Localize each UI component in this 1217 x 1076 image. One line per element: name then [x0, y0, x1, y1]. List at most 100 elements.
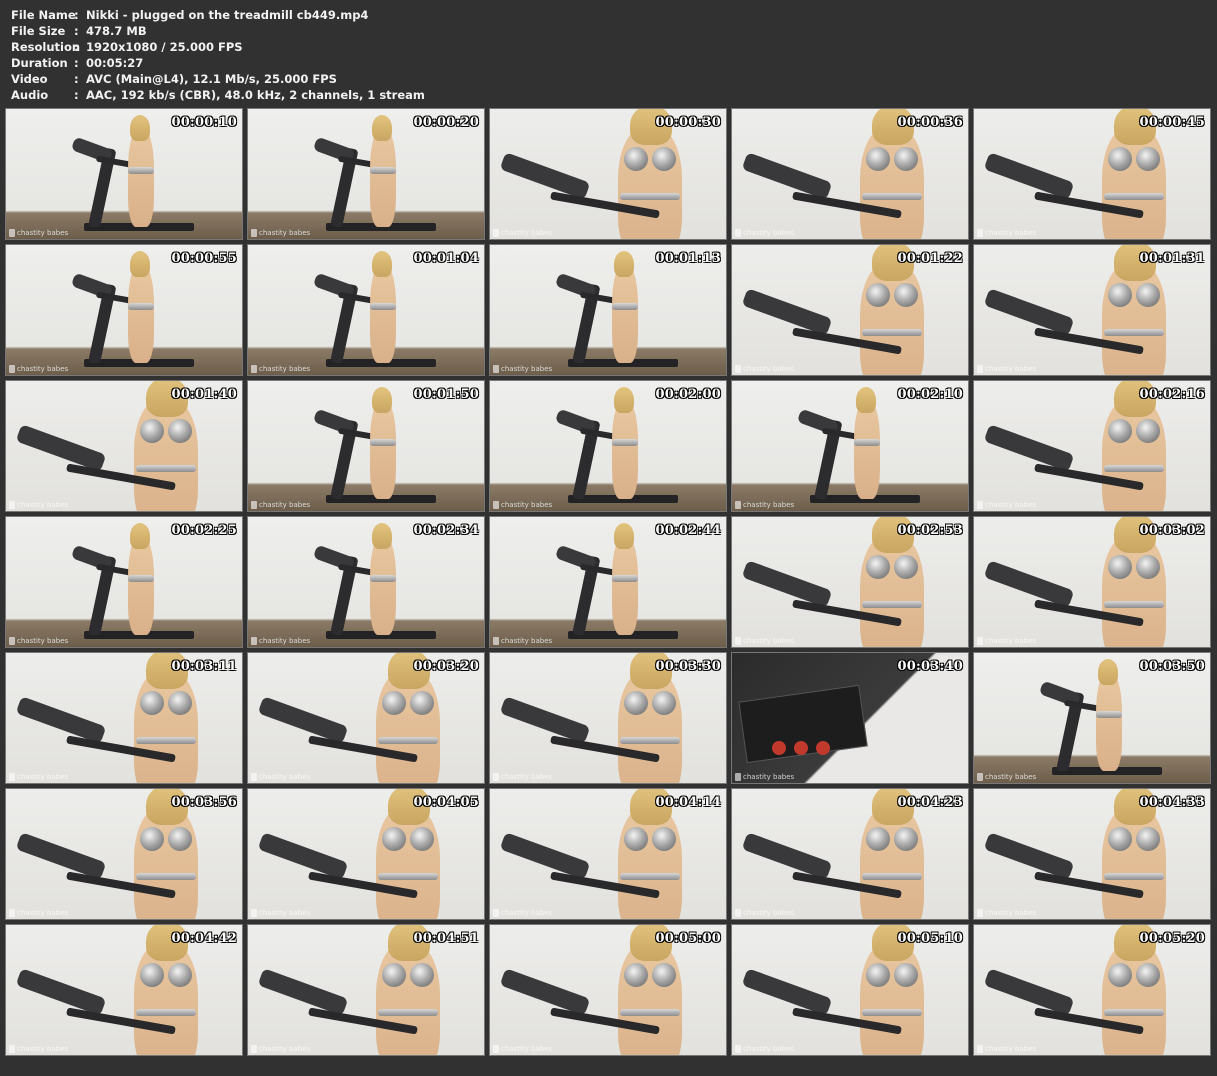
steel-bra-cup — [382, 827, 406, 851]
video-thumbnail[interactable]: 00:03:11 chastity babes — [5, 652, 243, 784]
video-thumbnail[interactable]: 00:02:44 chastity babes — [489, 516, 727, 648]
chastity-belt — [136, 1009, 196, 1016]
steel-bra-cup — [410, 691, 434, 715]
timestamp-label: 00:02:34 — [413, 523, 479, 538]
video-thumbnail[interactable]: 00:04:14 chastity babes — [489, 788, 727, 920]
treadmill-console — [257, 696, 349, 744]
watermark-logo-icon — [735, 773, 741, 781]
watermark-text: chastity babes — [259, 1045, 311, 1053]
watermark: chastity babes — [493, 501, 552, 509]
video-thumbnail[interactable]: 00:00:55 chastity babes — [5, 244, 243, 376]
video-thumbnail[interactable]: 00:02:00 chastity babes — [489, 380, 727, 512]
steel-bra-cup — [168, 691, 192, 715]
steel-bra-cup — [866, 827, 890, 851]
video-thumbnail[interactable]: 00:01:13 chastity babes — [489, 244, 727, 376]
chastity-belt — [620, 737, 680, 744]
watermark-logo-icon — [735, 229, 741, 237]
watermark-text: chastity babes — [743, 229, 795, 237]
watermark-text: chastity babes — [985, 501, 1037, 509]
video-thumbnail[interactable]: 00:02:53 chastity babes — [731, 516, 969, 648]
watermark-text: chastity babes — [17, 909, 69, 917]
video-thumbnail[interactable]: 00:00:36 chastity babes — [731, 108, 969, 240]
steel-bra-cup — [624, 963, 648, 987]
chastity-belt — [1104, 465, 1164, 472]
watermark-text: chastity babes — [259, 773, 311, 781]
video-thumbnail[interactable]: 00:01:50 chastity babes — [247, 380, 485, 512]
chastity-belt — [378, 873, 438, 880]
video-thumbnail[interactable]: 00:02:16 chastity babes — [973, 380, 1211, 512]
steel-bra-cup — [1108, 555, 1132, 579]
video-thumbnail[interactable]: 00:04:33 chastity babes — [973, 788, 1211, 920]
video-thumbnail[interactable]: 00:05:10 chastity babes — [731, 924, 969, 1056]
treadmill-console — [499, 152, 591, 200]
steel-bra-cup — [894, 963, 918, 987]
video-thumbnail[interactable]: 00:03:40 chastity babes — [731, 652, 969, 784]
video-thumbnail[interactable]: 00:01:04 chastity babes — [247, 244, 485, 376]
video-thumbnail[interactable]: 00:03:56 chastity babes — [5, 788, 243, 920]
info-label: Duration — [11, 56, 68, 70]
steel-bra-cup — [624, 691, 648, 715]
watermark-text: chastity babes — [743, 1045, 795, 1053]
video-thumbnail[interactable]: 00:00:30 chastity babes — [489, 108, 727, 240]
video-thumbnail[interactable]: 00:02:25 chastity babes — [5, 516, 243, 648]
watermark-text: chastity babes — [743, 909, 795, 917]
video-thumbnail[interactable]: 00:00:20 chastity babes — [247, 108, 485, 240]
watermark: chastity babes — [977, 773, 1036, 781]
watermark-text: chastity babes — [985, 1045, 1037, 1053]
steel-bra-cup — [382, 691, 406, 715]
video-thumbnail[interactable]: 00:04:42 chastity babes — [5, 924, 243, 1056]
info-label: File Name — [11, 8, 76, 22]
video-thumbnail[interactable]: 00:03:02 chastity babes — [973, 516, 1211, 648]
watermark-logo-icon — [251, 229, 257, 237]
watermark-text: chastity babes — [259, 909, 311, 917]
watermark-logo-icon — [9, 637, 15, 645]
video-thumbnail[interactable]: 00:04:05 chastity babes — [247, 788, 485, 920]
video-thumbnail[interactable]: 00:04:23 chastity babes — [731, 788, 969, 920]
video-thumbnail[interactable]: 00:05:00 chastity babes — [489, 924, 727, 1056]
watermark: chastity babes — [9, 229, 68, 237]
timestamp-label: 00:00:45 — [1139, 115, 1205, 130]
steel-bra-cup — [1136, 283, 1160, 307]
watermark-logo-icon — [251, 637, 257, 645]
treadmill-console — [983, 152, 1075, 200]
steel-bra-cup — [168, 963, 192, 987]
video-thumbnail[interactable]: 00:03:20 chastity babes — [247, 652, 485, 784]
person-figure — [370, 129, 396, 227]
watermark-text: chastity babes — [17, 637, 69, 645]
steel-bra-cup — [1136, 963, 1160, 987]
video-thumbnail[interactable]: 00:01:40 chastity babes — [5, 380, 243, 512]
video-thumbnail[interactable]: 00:04:51 chastity babes — [247, 924, 485, 1056]
video-thumbnail[interactable]: 00:01:31 chastity babes — [973, 244, 1211, 376]
watermark-text: chastity babes — [743, 773, 795, 781]
info-separator: : — [74, 24, 79, 38]
treadmill-console — [741, 832, 833, 880]
video-thumbnail[interactable]: 00:01:22 chastity babes — [731, 244, 969, 376]
watermark-text: chastity babes — [501, 909, 553, 917]
video-thumbnail[interactable]: 00:02:10 chastity babes — [731, 380, 969, 512]
video-thumbnail[interactable]: 00:00:10 chastity babes — [5, 108, 243, 240]
video-thumbnail[interactable]: 00:05:20 chastity babes — [973, 924, 1211, 1056]
chastity-belt — [862, 873, 922, 880]
timestamp-label: 00:00:30 — [655, 115, 721, 130]
video-thumbnail[interactable]: 00:03:50 chastity babes — [973, 652, 1211, 784]
timestamp-label: 00:02:16 — [1139, 387, 1205, 402]
timestamp-label: 00:04:05 — [413, 795, 479, 810]
steel-bra-cup — [410, 827, 434, 851]
treadmill-console — [983, 424, 1075, 472]
watermark-logo-icon — [251, 773, 257, 781]
video-thumbnail[interactable]: 00:02:34 chastity babes — [247, 516, 485, 648]
treadmill-console — [983, 832, 1075, 880]
chastity-belt — [128, 167, 154, 174]
watermark-text: chastity babes — [501, 365, 553, 373]
chastity-belt — [128, 575, 154, 582]
video-thumbnail[interactable]: 00:00:45 chastity babes — [973, 108, 1211, 240]
treadmill-console — [499, 968, 591, 1016]
steel-bra-cup — [866, 963, 890, 987]
person-hair — [130, 115, 150, 141]
chastity-belt — [862, 193, 922, 200]
watermark-text: chastity babes — [985, 909, 1037, 917]
chastity-belt — [1104, 329, 1164, 336]
info-value: 478.7 MB — [86, 24, 147, 38]
video-thumbnail[interactable]: 00:03:30 chastity babes — [489, 652, 727, 784]
person-figure — [128, 265, 154, 363]
